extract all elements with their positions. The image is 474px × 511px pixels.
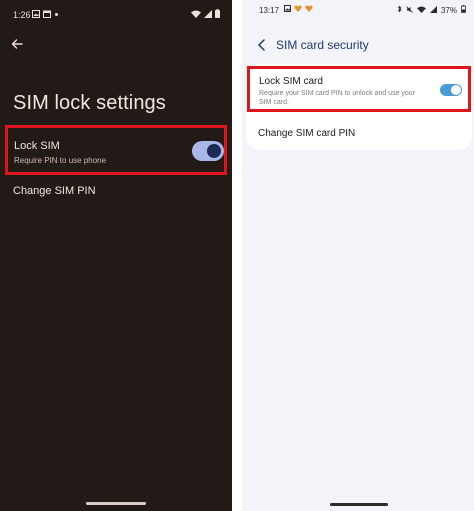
gesture-nav-bar[interactable] [330,503,388,506]
status-bar: 1:26 [0,0,232,30]
toggle-knob [207,144,221,158]
lock-sim-card-subtitle: Require your SIM card PIN to unlock and … [259,90,416,106]
back-button[interactable] [256,38,268,52]
image-icon [32,10,40,18]
change-sim-pin-row[interactable]: Change SIM PIN [13,185,96,197]
page-title: SIM card security [276,38,369,52]
heart-icon [305,5,313,14]
image-icon [284,5,291,14]
battery-icon [215,9,220,20]
toggle-knob [451,85,461,95]
divider [232,0,242,511]
lock-sim-toggle[interactable] [192,141,224,161]
wifi-icon [191,10,201,20]
lock-sim-card-title: Lock SIM card [259,76,323,87]
pixel-screen: 1:26 SIM lock settings Lock SIM Require [0,0,232,511]
gesture-nav-bar[interactable] [86,502,146,505]
signal-icon [429,5,437,15]
dot-icon [55,13,58,16]
arrow-left-icon [11,39,23,49]
mute-icon [406,5,413,15]
samsung-screen: 13:17 37% SIM card security Lock SIM car… [242,0,474,511]
battery-icon [461,5,466,15]
lock-sim-subtitle: Require PIN to use phone [14,156,107,165]
status-time: 1:26 [13,10,31,20]
bluetooth-icon [397,5,402,15]
heart-icon [294,5,302,14]
status-bar: 13:17 37% [242,0,474,22]
chevron-left-icon [258,39,265,51]
back-button[interactable] [9,36,25,52]
lock-sim-row[interactable]: Lock SIM Require PIN to use phone [5,125,227,175]
lock-sim-card-row[interactable]: Lock SIM card Require your SIM card PIN … [247,66,471,112]
page-title: SIM lock settings [13,92,166,114]
signal-icon [204,9,212,20]
wifi-icon [416,5,426,15]
lock-sim-title: Lock SIM [14,140,60,152]
change-sim-card-pin-row[interactable]: Change SIM card PIN [258,128,355,139]
status-time: 13:17 [259,6,280,15]
calendar-icon [43,10,51,18]
lock-sim-card-toggle[interactable] [440,84,462,96]
battery-percentage: 37% [440,5,457,15]
